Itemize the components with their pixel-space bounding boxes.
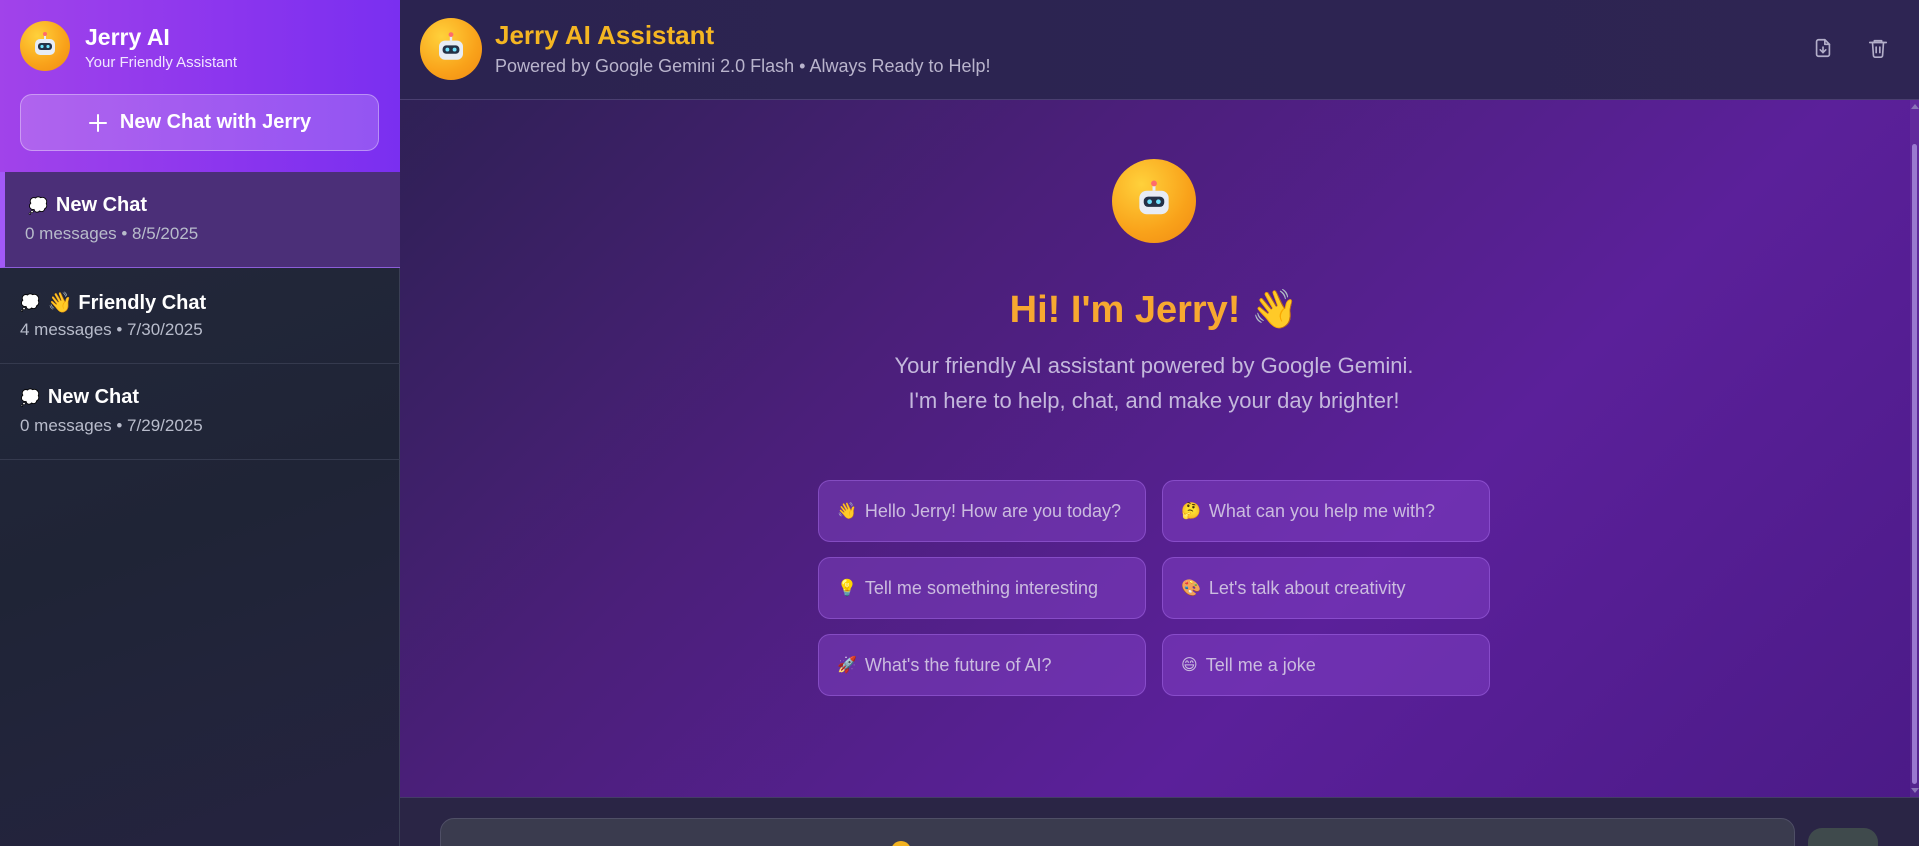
suggestion-label: What can you help me with?	[1208, 500, 1436, 521]
welcome-title: Hi! I'm Jerry! 👋	[1009, 289, 1299, 331]
top-bar: Jerry AI Assistant Powered by Google Gem…	[400, 0, 1919, 100]
robot-avatar-icon	[420, 18, 482, 80]
plus-icon	[88, 113, 108, 133]
composer-area	[400, 797, 1919, 846]
chat-meta: 0 messages • 8/5/2025	[25, 224, 199, 243]
chat-list: 💭 New Chat 0 messages • 8/5/2025 💭 👋 Fri…	[0, 172, 400, 460]
brand-name: Jerry AI	[85, 24, 170, 50]
suggestion-button[interactable]: 🎨 Let's talk about creativity	[1162, 557, 1490, 619]
send-button[interactable]	[1808, 828, 1878, 846]
chat-title: New Chat	[47, 386, 140, 408]
waving-hand-icon: 👋	[837, 503, 857, 520]
suggestion-grid: 👋 Hello Jerry! How are you today? 🤔 What…	[818, 480, 1490, 696]
delete-chat-button[interactable]	[1864, 34, 1892, 62]
welcome-text: Your friendly AI assistant powered by Go…	[894, 353, 1414, 413]
smiling-face-icon: 😄	[1181, 657, 1198, 674]
suggestion-label: What's the future of AI?	[864, 654, 1052, 675]
trash-icon	[1868, 39, 1888, 58]
thinking-face-icon: 🤔	[1181, 503, 1201, 520]
scroll-up-icon[interactable]	[1911, 104, 1919, 109]
suggestion-button[interactable]: 😄 Tell me a joke	[1162, 634, 1490, 696]
message-input[interactable]	[440, 818, 1795, 846]
assistant-title: Jerry AI Assistant	[495, 20, 715, 50]
suggestion-label: Hello Jerry! How are you today?	[864, 500, 1122, 521]
export-chat-button[interactable]	[1809, 34, 1837, 62]
chat-meta: 4 messages • 7/30/2025	[20, 320, 203, 339]
scroll-down-icon[interactable]	[1911, 788, 1919, 793]
assistant-subtitle: Powered by Google Gemini 2.0 Flash • Alw…	[495, 56, 991, 76]
chat-item[interactable]: 💭 New Chat 0 messages • 8/5/2025	[0, 172, 400, 268]
rocket-icon: 🚀	[837, 657, 857, 674]
new-chat-label: New Chat with Jerry	[119, 111, 312, 133]
palette-icon: 🎨	[1181, 580, 1201, 597]
sidebar-header: Jerry AI Your Friendly Assistant New Cha…	[0, 0, 400, 172]
robot-avatar-icon	[1112, 159, 1196, 243]
suggestion-label: Tell me something interesting	[864, 577, 1099, 598]
scrollbar[interactable]	[1910, 100, 1919, 797]
scroll-thumb[interactable]	[1912, 144, 1917, 784]
suggestion-button[interactable]: 🤔 What can you help me with?	[1162, 480, 1490, 542]
suggestion-button[interactable]: 👋 Hello Jerry! How are you today?	[818, 480, 1146, 542]
light-bulb-icon: 💡	[837, 580, 857, 597]
new-chat-button[interactable]: New Chat with Jerry	[20, 94, 379, 151]
main-panel: Jerry AI Assistant Powered by Google Gem…	[400, 0, 1919, 846]
suggestion-label: Tell me a joke	[1205, 654, 1316, 675]
suggestion-button[interactable]: 🚀 What's the future of AI?	[818, 634, 1146, 696]
thought-bubble-icon: 💭	[20, 294, 40, 312]
chat-title: 👋 Friendly Chat	[47, 292, 207, 314]
chat-title: New Chat	[55, 194, 148, 216]
suggestion-label: Let's talk about creativity	[1208, 577, 1406, 598]
sidebar: Jerry AI Your Friendly Assistant New Cha…	[0, 0, 400, 846]
thought-bubble-icon: 💭	[20, 389, 40, 407]
emoji-icon[interactable]	[891, 841, 911, 846]
export-icon	[1815, 38, 1831, 58]
brand-tagline: Your Friendly Assistant	[85, 54, 238, 71]
thought-bubble-icon: 💭	[28, 197, 48, 215]
welcome-panel: Hi! I'm Jerry! 👋 Your friendly AI assist…	[400, 100, 1919, 797]
suggestion-button[interactable]: 💡 Tell me something interesting	[818, 557, 1146, 619]
robot-avatar-icon	[20, 21, 70, 71]
chat-meta: 0 messages • 7/29/2025	[20, 416, 203, 435]
chat-item[interactable]: 💭 👋 Friendly Chat 4 messages • 7/30/2025	[0, 268, 400, 364]
chat-item[interactable]: 💭 New Chat 0 messages • 7/29/2025	[0, 364, 400, 460]
